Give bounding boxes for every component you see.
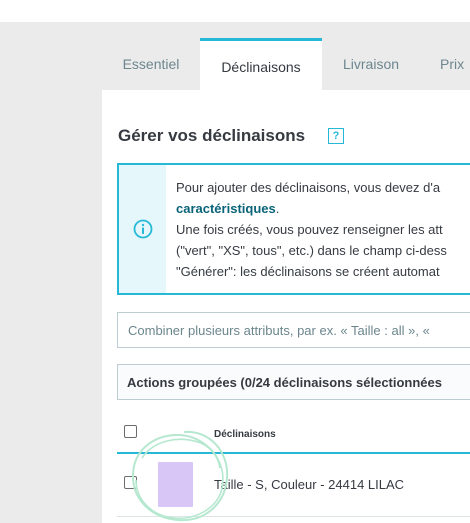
- bulk-actions-button[interactable]: Actions groupées (0/24 déclinaisons séle…: [117, 364, 470, 400]
- alert-punctuation: .: [275, 201, 280, 216]
- combination-name: Taille - S, Couleur - 24414 LILAC: [214, 477, 405, 492]
- tab-prix[interactable]: Prix: [425, 38, 470, 90]
- alert-message: Pour ajouter des déclinaisons, vous deve…: [176, 177, 470, 282]
- alert-line: Une fois créés, vous pouvez renseigner l…: [176, 222, 443, 237]
- select-all-checkbox[interactable]: [124, 425, 137, 438]
- table-row: Taille - S, Couleur - 24414 LILAC: [117, 454, 470, 517]
- tab-declinaisons[interactable]: Déclinaisons: [200, 38, 322, 93]
- color-swatch: [158, 462, 193, 507]
- tab-essentiel[interactable]: Essentiel: [102, 38, 200, 90]
- info-icon: [133, 219, 152, 239]
- tab-livraison[interactable]: Livraison: [322, 38, 420, 90]
- alert-line: caractéristiques.: [176, 198, 470, 219]
- row-checkbox[interactable]: [124, 476, 137, 489]
- features-link[interactable]: caractéristiques: [176, 201, 276, 216]
- column-header-declinaisons: Déclinaisons: [214, 429, 276, 440]
- info-alert: Pour ajouter des déclinaisons, vous deve…: [117, 163, 470, 295]
- alert-line: "Générer": les déclinaisons se créent au…: [176, 264, 440, 279]
- help-icon[interactable]: ?: [328, 128, 344, 144]
- alert-line: ("vert", "XS", tous", etc.) dans le cham…: [176, 243, 447, 258]
- alert-icon-area: [119, 165, 166, 293]
- top-bar: [0, 0, 470, 22]
- table-header: Déclinaisons: [117, 414, 470, 454]
- combine-attributes-input[interactable]: [117, 312, 470, 348]
- alert-line: Pour ajouter des déclinaisons, vous deve…: [176, 180, 441, 195]
- page-title: Gérer vos déclinaisons: [118, 126, 306, 145]
